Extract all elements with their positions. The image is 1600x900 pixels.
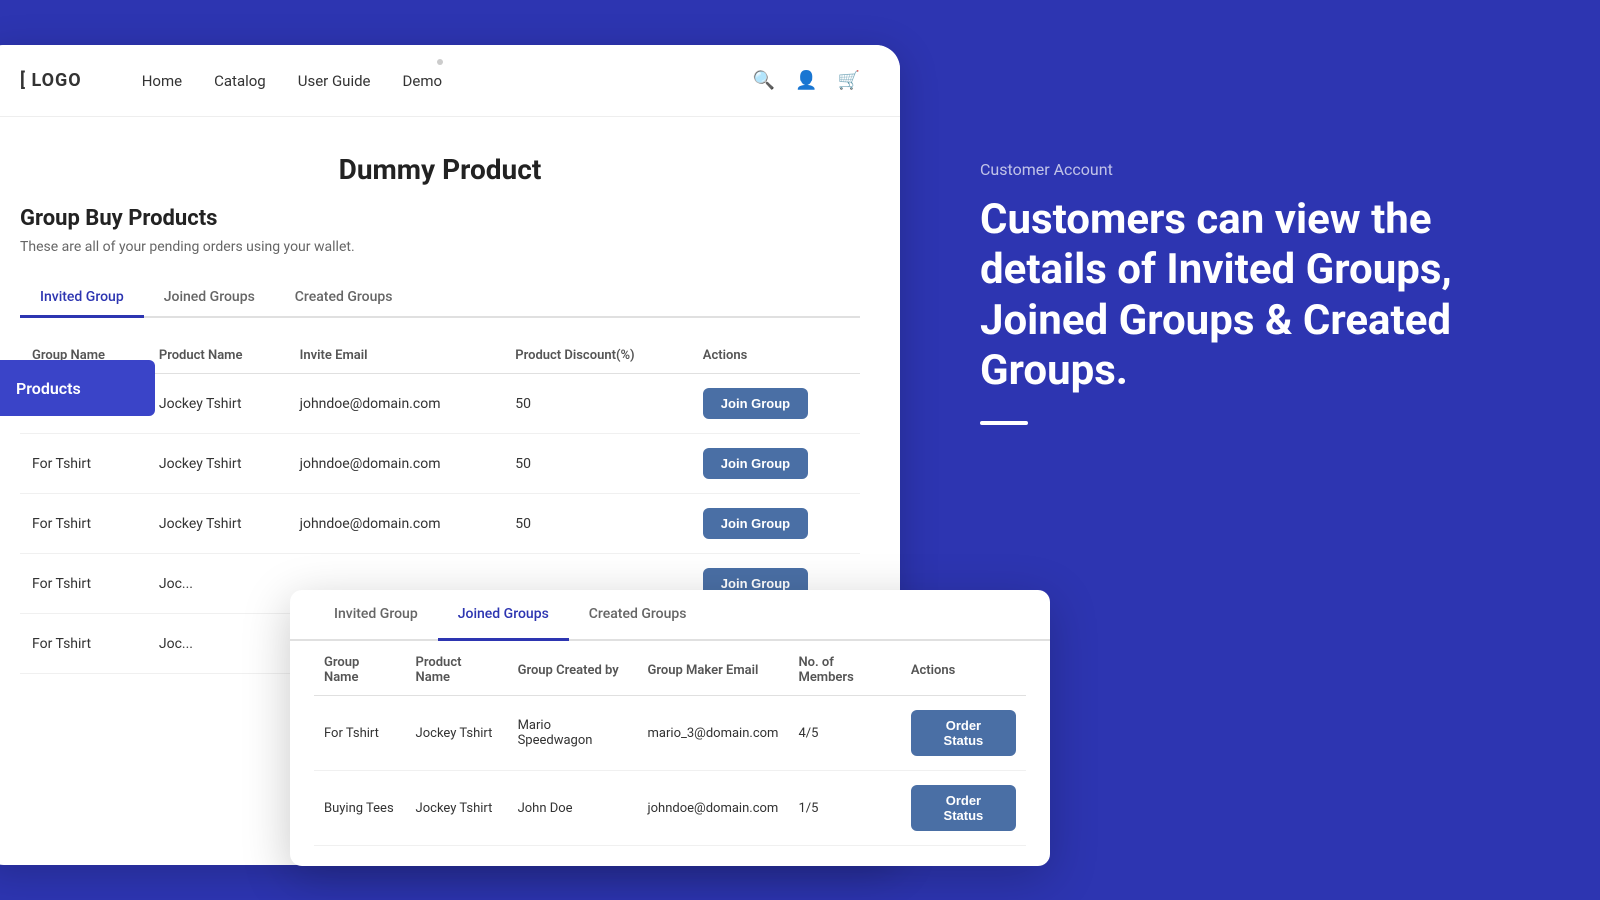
- overlay-table-row: Buying Tees Jockey Tshirt John Doe johnd…: [314, 771, 1026, 846]
- cart-icon[interactable]: 🛒: [838, 70, 860, 91]
- cell-product-name: Jockey Tshirt: [147, 434, 288, 494]
- cell-product-name: Joc...: [147, 614, 288, 674]
- nav-link-catalog[interactable]: Catalog: [214, 72, 266, 90]
- table-row: For Tshirt Jockey Tshirt johndoe@domain.…: [20, 434, 860, 494]
- col-actions: Actions: [691, 338, 860, 374]
- overlay-col-members: No. of Members: [788, 641, 900, 696]
- cell-discount: 50: [503, 494, 691, 554]
- overlay-table-wrap: Group Name Product Name Group Created by…: [290, 641, 1050, 846]
- cell-group-name: For Tshirt: [20, 494, 147, 554]
- cell-discount: 50: [503, 434, 691, 494]
- overlay-cell-maker-email: johndoe@domain.com: [638, 771, 789, 846]
- overlay-tab-joined[interactable]: Joined Groups: [438, 590, 569, 641]
- overlay-col-actions: Actions: [901, 641, 1026, 696]
- overlay-col-created-by: Group Created by: [508, 641, 638, 696]
- overlay-cell-product-name: Jockey Tshirt: [406, 771, 508, 846]
- tab-invited-group[interactable]: Invited Group: [20, 279, 144, 318]
- overlay-cell-group-name: For Tshirt: [314, 696, 406, 771]
- overlay-cell-action: Order Status: [901, 696, 1026, 771]
- cell-group-name: For Tshirt: [20, 434, 147, 494]
- cell-product-name: Joc...: [147, 554, 288, 614]
- overlay-cell-action: Order Status: [901, 771, 1026, 846]
- overlay-card: Invited Group Joined Groups Created Grou…: [290, 590, 1050, 866]
- overlay-cell-created-by: Mario Speedwagon: [508, 696, 638, 771]
- overlay-cell-maker-email: mario_3@domain.com: [638, 696, 789, 771]
- navbar-icons: 🔍 👤 🛒: [753, 70, 860, 91]
- search-icon[interactable]: 🔍: [753, 70, 775, 91]
- overlay-col-maker-email: Group Maker Email: [638, 641, 789, 696]
- nav-link-user-guide[interactable]: User Guide: [298, 72, 371, 90]
- overlay-cell-members: 4/5: [788, 696, 900, 771]
- cell-invite-email: johndoe@domain.com: [288, 494, 504, 554]
- cell-invite-email: johndoe@domain.com: [288, 374, 504, 434]
- tabs: Invited Group Joined Groups Created Grou…: [20, 279, 860, 318]
- cell-product-name: Jockey Tshirt: [147, 494, 288, 554]
- sidebar-products-label: Products: [16, 379, 81, 398]
- navbar-logo: [ LOGO: [20, 70, 82, 91]
- overlay-col-product-name: Product Name: [406, 641, 508, 696]
- page-title: Dummy Product: [20, 153, 860, 186]
- overlay-col-group-name: Group Name: [314, 641, 406, 696]
- join-group-button[interactable]: Join Group: [703, 448, 808, 479]
- nav-link-demo[interactable]: Demo: [403, 72, 443, 90]
- cell-group-name: For Tshirt: [20, 554, 147, 614]
- customer-account-label: Customer Account: [980, 160, 1540, 179]
- sidebar-products[interactable]: Products: [0, 360, 155, 416]
- col-invite-email: Invite Email: [288, 338, 504, 374]
- cell-action: Join Group: [691, 374, 860, 434]
- nav-link-home[interactable]: Home: [142, 72, 182, 90]
- tab-joined-groups[interactable]: Joined Groups: [144, 279, 275, 318]
- tab-created-groups[interactable]: Created Groups: [275, 279, 413, 318]
- section-title: Group Buy Products: [20, 206, 860, 231]
- overlay-tabs: Invited Group Joined Groups Created Grou…: [290, 590, 1050, 641]
- right-panel-heading: Customers can view the details of Invite…: [980, 195, 1540, 397]
- overlay-cell-product-name: Jockey Tshirt: [406, 696, 508, 771]
- navbar-links: Home Catalog User Guide Demo: [142, 72, 753, 90]
- overlay-tab-created[interactable]: Created Groups: [569, 590, 707, 641]
- overlay-tab-invited[interactable]: Invited Group: [314, 590, 438, 641]
- join-group-button[interactable]: Join Group: [703, 508, 808, 539]
- cell-group-name: For Tshirt: [20, 614, 147, 674]
- cell-action: Join Group: [691, 494, 860, 554]
- card-dot: [437, 59, 443, 65]
- section-subtitle: These are all of your pending orders usi…: [20, 239, 860, 255]
- overlay-cell-created-by: John Doe: [508, 771, 638, 846]
- cell-invite-email: johndoe@domain.com: [288, 434, 504, 494]
- order-status-button[interactable]: Order Status: [911, 710, 1016, 756]
- cell-discount: 50: [503, 374, 691, 434]
- overlay-cell-group-name: Buying Tees: [314, 771, 406, 846]
- col-product-name: Product Name: [147, 338, 288, 374]
- accent-line: [980, 421, 1028, 425]
- join-group-button[interactable]: Join Group: [703, 388, 808, 419]
- cell-product-name: Jockey Tshirt: [147, 374, 288, 434]
- overlay-table-row: For Tshirt Jockey Tshirt Mario Speedwago…: [314, 696, 1026, 771]
- table-row: For Tshirt Jockey Tshirt johndoe@domain.…: [20, 494, 860, 554]
- user-icon[interactable]: 👤: [795, 70, 817, 91]
- col-discount: Product Discount(%): [503, 338, 691, 374]
- order-status-button[interactable]: Order Status: [911, 785, 1016, 831]
- cell-action: Join Group: [691, 434, 860, 494]
- overlay-cell-members: 1/5: [788, 771, 900, 846]
- navbar: [ LOGO Home Catalog User Guide Demo 🔍 👤 …: [0, 45, 900, 117]
